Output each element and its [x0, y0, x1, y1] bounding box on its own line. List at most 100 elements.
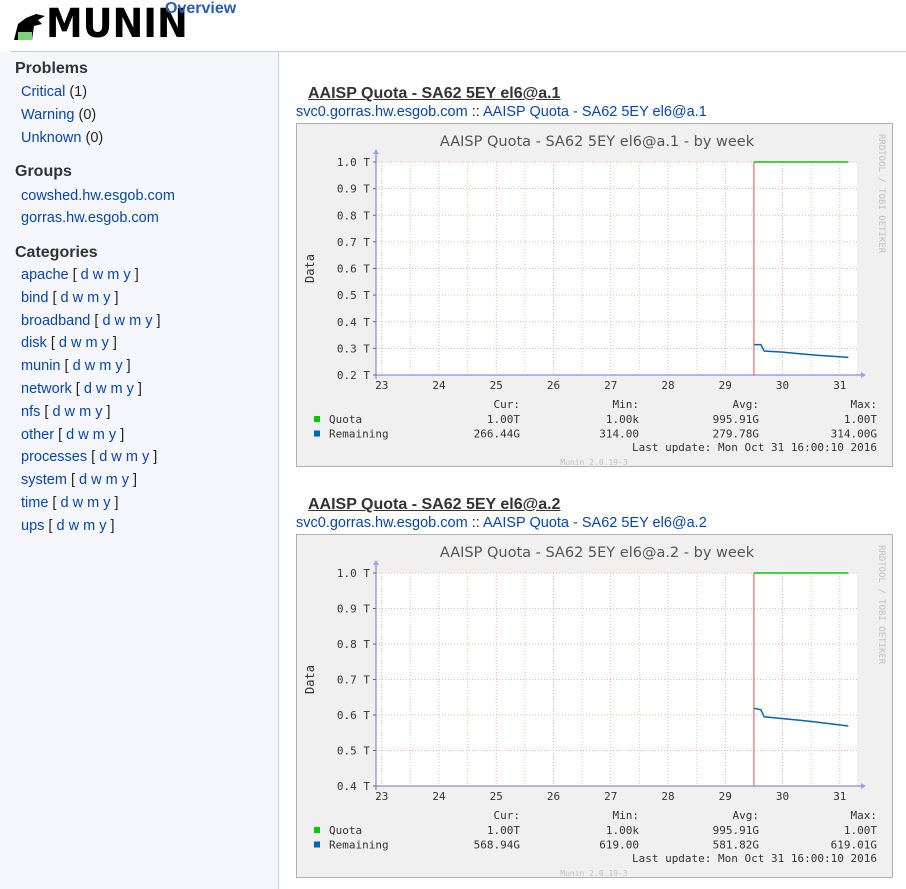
category-link[interactable]: nfs: [21, 404, 40, 420]
y-tick-label: 0.6 T: [337, 709, 370, 722]
period-link[interactable]: d: [61, 290, 69, 306]
graph-breadcrumb-a1: svc0.gorras.hw.esgob.com :: AAISP Quota …: [296, 104, 707, 120]
bracket: ]: [156, 312, 161, 329]
graph-title-a1[interactable]: AAISP Quota - SA62 5EY el6@a.1: [308, 85, 560, 103]
period-link[interactable]: y: [122, 472, 129, 488]
period-link[interactable]: w: [69, 518, 79, 534]
category-link[interactable]: processes: [21, 449, 87, 465]
warning-link[interactable]: Warning: [21, 107, 74, 123]
period-link[interactable]: w: [73, 290, 83, 306]
period-link[interactable]: m: [106, 472, 118, 488]
period-link[interactable]: m: [93, 427, 105, 443]
sidebar: Problems Critical (1) Warning (0) Unknow…: [0, 52, 279, 889]
period-link[interactable]: y: [102, 335, 109, 351]
stats-value: 266.44G: [474, 428, 520, 441]
period-link[interactable]: y: [103, 290, 110, 306]
problem-item-warning: Warning (0): [21, 107, 96, 123]
category-item: ups [ d w m y ]: [21, 518, 115, 534]
graph-image-a2[interactable]: 1.0 T 0.9 T 0.8 T 0.7 T 0.6 T 0.5 T 0.4 T 23 24 2…: [296, 534, 893, 878]
period-link[interactable]: d: [59, 335, 67, 351]
category-link[interactable]: broadband: [21, 313, 90, 329]
crumb-host-link[interactable]: svc0.gorras.hw.esgob.com: [296, 104, 468, 120]
period-link[interactable]: d: [73, 358, 81, 374]
period-link[interactable]: d: [81, 267, 89, 283]
x-tick-label: 31: [833, 379, 846, 392]
critical-link[interactable]: Critical: [21, 84, 65, 100]
period-link[interactable]: m: [87, 290, 99, 306]
period-link[interactable]: w: [115, 313, 125, 329]
bracket: ]: [114, 495, 119, 511]
unknown-link[interactable]: Unknown: [21, 130, 81, 146]
period-link[interactable]: y: [127, 381, 134, 397]
period-link[interactable]: w: [111, 449, 121, 465]
crumb-service-link[interactable]: AAISP Quota - SA62 5EY el6@a.2: [483, 515, 707, 531]
category-link[interactable]: ups: [21, 518, 44, 534]
period-link[interactable]: m: [99, 358, 111, 374]
overview-link[interactable]: Overview: [165, 0, 236, 18]
stats-header: Min:: [613, 809, 640, 822]
bracket: ]: [114, 289, 119, 306]
period-link[interactable]: y: [103, 495, 110, 511]
period-link[interactable]: m: [129, 313, 141, 329]
period-link[interactable]: m: [79, 404, 91, 420]
crumb-host-link[interactable]: svc0.gorras.hw.esgob.com: [296, 515, 468, 531]
category-link[interactable]: network: [21, 381, 72, 397]
period-link[interactable]: w: [96, 381, 106, 397]
category-link[interactable]: time: [21, 495, 48, 511]
graph-image-a1[interactable]: 1.0 T 0.9 T 0.8 T 0.7 T 0.6 T 0.5 T 0.4 T 0.3 T…: [296, 123, 893, 467]
period-link[interactable]: y: [123, 267, 130, 283]
period-link[interactable]: w: [65, 404, 75, 420]
period-link[interactable]: w: [91, 472, 101, 488]
graph-title-a2[interactable]: AAISP Quota - SA62 5EY el6@a.2: [308, 496, 560, 514]
y-tick-label: 1.0 T: [337, 156, 370, 169]
chart-title: AAISP Quota - SA62 5EY el6@a.1 - by week: [440, 134, 755, 150]
graph-breadcrumb-a2: svc0.gorras.hw.esgob.com :: AAISP Quota …: [296, 515, 707, 531]
period-link[interactable]: w: [78, 427, 88, 443]
unknown-count: (0): [85, 130, 104, 146]
problem-item-unknown: Unknown (0): [21, 130, 103, 146]
period-link[interactable]: w: [73, 495, 83, 511]
period-link[interactable]: m: [126, 449, 138, 465]
bracket: ]: [133, 472, 138, 489]
period-link[interactable]: m: [87, 495, 99, 511]
group-link-cowshed[interactable]: cowshed.hw.esgob.com: [21, 188, 175, 204]
period-link[interactable]: d: [84, 381, 92, 397]
crumb-service-link[interactable]: AAISP Quota - SA62 5EY el6@a.1: [483, 104, 707, 120]
period-link[interactable]: d: [61, 495, 69, 511]
category-link[interactable]: munin: [21, 358, 61, 374]
stats-value: 581.82G: [713, 839, 759, 852]
rrdtool-watermark: RRDTOOL / TOBI OETIKER: [876, 545, 886, 665]
category-link[interactable]: bind: [21, 290, 48, 306]
problem-item-critical: Critical (1): [21, 84, 87, 100]
stats-header: Max:: [851, 398, 878, 411]
bracket: [: [46, 335, 59, 352]
period-link[interactable]: d: [79, 472, 87, 488]
category-link[interactable]: apache: [21, 267, 69, 283]
period-link[interactable]: m: [111, 381, 123, 397]
period-link[interactable]: d: [102, 313, 110, 329]
legend-label: Quota: [329, 413, 362, 426]
group-link-gorras[interactable]: gorras.hw.esgob.com: [21, 210, 159, 226]
period-link[interactable]: y: [115, 358, 122, 374]
x-tick-label: 25: [490, 790, 503, 803]
category-link[interactable]: system: [21, 472, 67, 488]
stats-value: 1.00T: [844, 824, 877, 837]
munin-version: Munin 2.0.19-3: [560, 458, 628, 467]
period-link[interactable]: m: [83, 518, 95, 534]
bracket: ]: [137, 381, 142, 397]
period-link[interactable]: d: [52, 404, 60, 420]
period-link[interactable]: d: [56, 518, 64, 534]
bracket: [: [48, 289, 61, 306]
period-link[interactable]: w: [93, 267, 103, 283]
period-link[interactable]: w: [71, 335, 81, 351]
x-tick-label: 28: [661, 790, 674, 803]
period-link[interactable]: m: [86, 335, 98, 351]
period-link[interactable]: m: [107, 267, 119, 283]
stats-value: 1.00k: [606, 413, 639, 426]
munin-logo[interactable]: MUNIN: [12, 1, 188, 48]
y-axis-arrow: [373, 149, 379, 154]
category-link[interactable]: disk: [21, 335, 47, 351]
problems-heading: Problems: [15, 60, 88, 77]
period-link[interactable]: w: [85, 358, 95, 374]
category-link[interactable]: other: [21, 427, 54, 443]
